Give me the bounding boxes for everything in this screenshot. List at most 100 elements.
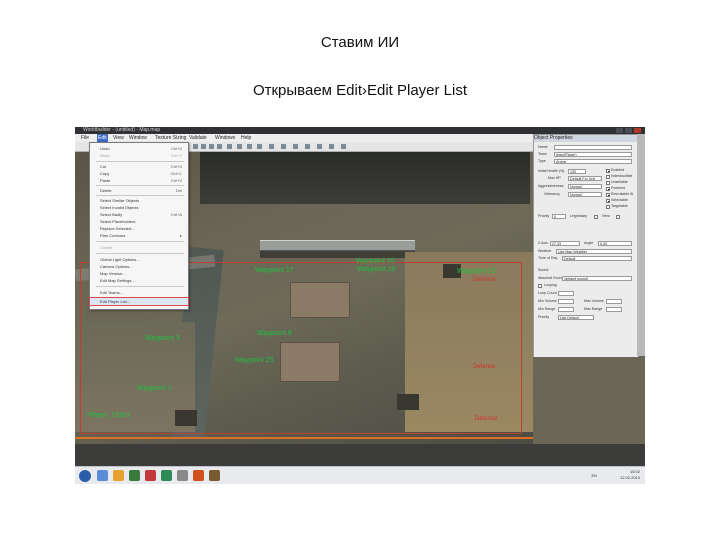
name-field[interactable] xyxy=(554,145,632,150)
menu-item-copy[interactable]: Copy Ctrl+C xyxy=(90,170,188,177)
z-axis-field[interactable]: 27.33 xyxy=(550,241,580,246)
menu-help[interactable]: Help xyxy=(241,134,251,142)
legendary-checkbox[interactable] xyxy=(594,215,598,219)
taskbar-app-icon[interactable] xyxy=(177,470,188,481)
waypoint-label[interactable]: Waypoint 17 xyxy=(255,267,294,274)
waypoint-label[interactable]: Waypoint 22 xyxy=(457,268,496,275)
waypoint-label[interactable]: Waypoint 20 xyxy=(356,258,395,265)
taskbar-app-icon[interactable] xyxy=(161,470,172,481)
menu-item-edit-teams[interactable]: Edit Teams... xyxy=(90,289,188,296)
menu-item-redo[interactable]: Redo Ctrl+Y xyxy=(90,152,188,159)
start-button-icon[interactable] xyxy=(79,470,91,482)
selectable-checkbox[interactable] xyxy=(606,199,610,203)
max-range-field[interactable] xyxy=(606,307,622,312)
menu-view[interactable]: View xyxy=(113,134,124,142)
hero-checkbox[interactable] xyxy=(616,215,620,219)
taskbar-app-icon[interactable] xyxy=(145,470,156,481)
menu-texture-sizing[interactable]: Texture Sizing xyxy=(155,134,186,142)
tool-icon[interactable] xyxy=(237,144,242,149)
menu-item-edit-map-settings[interactable]: Edit Map Settings... xyxy=(90,277,188,284)
sound-priority-select[interactable]: Use Default xyxy=(558,315,594,320)
taskbar-app-icon[interactable] xyxy=(113,470,124,481)
waypoint-label[interactable]: Waypoint 8 xyxy=(257,330,292,337)
menu-windows[interactable]: Windows xyxy=(215,134,235,142)
menu-item-replace-selected[interactable]: Replace Selected... xyxy=(90,225,188,232)
tool-icon[interactable] xyxy=(257,144,262,149)
tool-icon[interactable] xyxy=(201,144,206,149)
defense-label[interactable]: Defense xyxy=(473,364,495,370)
menu-item-cut[interactable]: Cut Ctrl+X xyxy=(90,163,188,170)
menu-window[interactable]: Window xyxy=(129,134,147,142)
health-field[interactable]: 100 xyxy=(568,169,586,174)
taskbar-app-icon[interactable] xyxy=(129,470,140,481)
time-of-day-select[interactable]: Default xyxy=(562,256,632,261)
enabled-checkbox[interactable] xyxy=(606,169,610,173)
tool-icon[interactable] xyxy=(329,144,334,149)
waypoint-label[interactable]: Waypoint 3 xyxy=(145,335,180,342)
priority-field[interactable]: 5 xyxy=(552,214,566,219)
min-range-field[interactable] xyxy=(558,307,574,312)
indestructible-checkbox[interactable] xyxy=(606,175,610,179)
menu-item-plan-contours[interactable]: Plan Contours ▸ xyxy=(90,232,188,239)
menu-item-global-light[interactable]: Global Light Options... xyxy=(90,256,188,263)
recruitable-checkbox[interactable] xyxy=(606,193,610,197)
tool-icon[interactable] xyxy=(193,144,198,149)
waypoint-label[interactable]: Waypoint 1 xyxy=(137,385,172,392)
taskbar-app-icon[interactable] xyxy=(97,470,108,481)
type-field[interactable]: Archer xyxy=(554,159,632,164)
tool-icon[interactable] xyxy=(305,144,310,149)
angle-field[interactable]: 0.00 xyxy=(598,241,632,246)
maximize-icon[interactable] xyxy=(625,128,632,133)
menu-item-select-invalid[interactable]: Select Invalid Objects xyxy=(90,204,188,211)
veterancy-select[interactable]: Normal xyxy=(568,192,602,197)
menu-item-camera-options[interactable]: Camera Options... xyxy=(90,263,188,270)
defense-label[interactable]: Defense xyxy=(473,277,495,283)
menu-validate[interactable]: Validate xyxy=(189,134,207,142)
menu-item-delete[interactable]: Delete Del xyxy=(90,187,188,194)
aggressiveness-select[interactable]: Normal xyxy=(568,184,602,189)
tool-icon[interactable] xyxy=(227,144,232,149)
tool-icon[interactable] xyxy=(293,144,298,149)
min-volume-field[interactable] xyxy=(558,299,574,304)
tool-icon[interactable] xyxy=(269,144,274,149)
close-icon[interactable] xyxy=(634,128,641,133)
menu-item-select-similar[interactable]: Select Similar Objects xyxy=(90,197,188,204)
targetable-checkbox[interactable] xyxy=(606,205,610,209)
clock[interactable]: 15:02 12.02.2010 xyxy=(620,469,640,481)
tool-icon[interactable] xyxy=(341,144,346,149)
menu-item-create[interactable]: Create xyxy=(90,244,188,251)
max-volume-field[interactable] xyxy=(606,299,622,304)
menu-item-edit-player-list[interactable]: Edit Player List... xyxy=(89,297,189,306)
unsellable-checkbox[interactable] xyxy=(606,181,610,185)
waypoint-label[interactable]: Waypoint 16 xyxy=(357,266,396,273)
tool-icon[interactable] xyxy=(247,144,252,149)
powered-checkbox[interactable] xyxy=(606,187,610,191)
language-indicator[interactable]: EN xyxy=(591,473,597,478)
map-edge-terrain xyxy=(75,444,645,466)
defense-label[interactable]: Defense xyxy=(475,416,497,422)
panel-scrollbar[interactable] xyxy=(637,134,645,356)
waypoint-label[interactable]: Waypoint 25 xyxy=(235,357,274,364)
menu-item-map-version[interactable]: Map Version... xyxy=(90,270,188,277)
tool-icon[interactable] xyxy=(209,144,214,149)
menu-item-undo[interactable]: Undo Ctrl+Z xyxy=(90,145,188,152)
menu-item-paste[interactable]: Paste Ctrl+V xyxy=(90,177,188,184)
taskbar-app-icon[interactable] xyxy=(209,470,220,481)
max-hp-select[interactable]: Default For Unit xyxy=(568,176,602,181)
menu-item-select-all[interactable]: Select Badly Ctrl+A xyxy=(90,211,188,218)
team-select[interactable]: team(Player) xyxy=(554,152,632,157)
menu-item-select-placeholders[interactable]: Select Placeholders xyxy=(90,218,188,225)
menu-edit[interactable]: Edit xyxy=(97,134,108,142)
waypoint-label[interactable]: Player_1Start xyxy=(87,412,129,419)
tool-icon[interactable] xyxy=(317,144,322,149)
attached-sound-select[interactable]: (default sound) xyxy=(562,276,632,281)
loop-count-field[interactable] xyxy=(558,291,574,296)
tool-icon[interactable] xyxy=(217,144,222,149)
taskbar-app-icon[interactable] xyxy=(193,470,204,481)
minimize-icon[interactable] xyxy=(616,128,623,133)
tool-icon[interactable] xyxy=(281,144,286,149)
weather-select[interactable]: Use Map Weather xyxy=(556,249,632,254)
looping-checkbox[interactable] xyxy=(538,284,542,288)
menu-file[interactable]: File xyxy=(81,134,89,142)
name-label: Name xyxy=(538,145,548,149)
